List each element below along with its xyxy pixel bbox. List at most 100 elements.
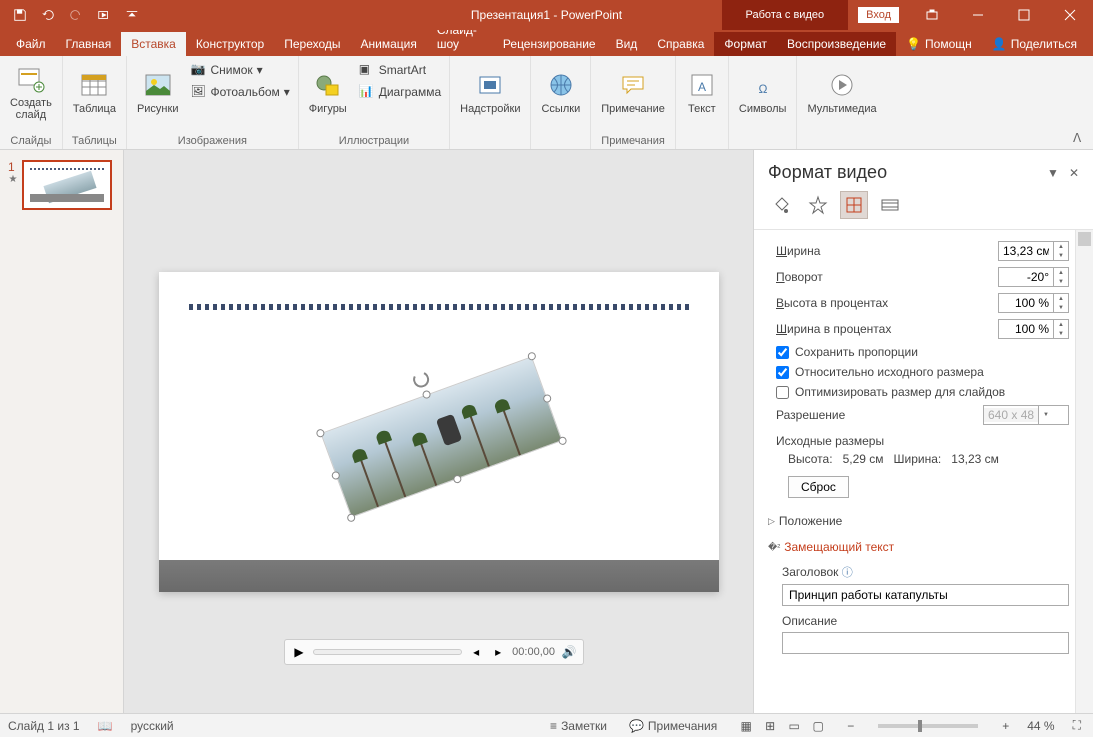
ribbon-options-icon[interactable] (909, 0, 955, 30)
sign-in-button[interactable]: Вход (858, 7, 899, 23)
reading-view-icon[interactable]: ▭ (783, 717, 805, 735)
title-placeholder[interactable] (189, 304, 689, 310)
tab-insert[interactable]: Вставка (121, 32, 186, 56)
save-icon[interactable] (8, 3, 32, 27)
volume-icon[interactable]: 🔊 (561, 644, 577, 660)
format-video-pane: Формат видео ▼ ✕ Ширина ▲▼ Поворот ▲▼ Вы… (753, 150, 1093, 713)
language-indicator[interactable]: русский (131, 719, 174, 733)
slide-counter[interactable]: Слайд 1 из 1 (8, 719, 80, 733)
reset-button[interactable]: Сброс (788, 476, 849, 498)
photo-album-button[interactable]: 🖼Фотоальбом▾ (186, 82, 293, 102)
video-seek-track[interactable] (313, 649, 462, 655)
screenshot-button[interactable]: 📷Снимок▾ (186, 60, 293, 80)
tab-transitions[interactable]: Переходы (274, 32, 350, 56)
alt-title-input[interactable] (782, 584, 1069, 606)
shapes-button[interactable]: Фигуры (303, 58, 353, 126)
text-button[interactable]: A Текст (680, 58, 724, 126)
slide-editor[interactable]: ▶ ◂ ▸ 00:00,00 🔊 (124, 150, 753, 713)
redo-icon[interactable] (64, 3, 88, 27)
thumbnail-panel: 1 ★ (0, 150, 124, 713)
pane-tab-video[interactable] (876, 191, 904, 219)
pane-tab-effects[interactable] (804, 191, 832, 219)
tab-home[interactable]: Главная (56, 32, 122, 56)
pane-options-icon[interactable]: ▼ (1047, 166, 1059, 180)
pane-tab-size[interactable] (840, 191, 868, 219)
tab-tell-me[interactable]: 💡Помощн (896, 32, 982, 56)
group-illustrations: Фигуры ▣SmartArt 📊Диаграмма Иллюстрации (299, 56, 450, 149)
original-size-label: Исходные размеры (776, 434, 884, 448)
links-button[interactable]: Ссылки (535, 58, 586, 126)
rotation-label: Поворот (776, 270, 823, 284)
relative-original-checkbox[interactable] (776, 366, 789, 379)
notes-button[interactable]: ≡ Заметки (546, 719, 611, 733)
play-icon[interactable]: ▶ (291, 644, 307, 660)
links-icon (545, 69, 577, 101)
pictures-button[interactable]: Рисунки (131, 58, 185, 126)
symbols-button[interactable]: Ω Символы (733, 58, 793, 126)
video-object[interactable] (320, 356, 562, 518)
undo-icon[interactable] (36, 3, 60, 27)
tab-playback[interactable]: Воспроизведение (777, 32, 896, 56)
pane-tab-fill[interactable] (768, 191, 796, 219)
tab-format[interactable]: Формат (714, 32, 777, 56)
sorter-view-icon[interactable]: ⊞ (759, 717, 781, 735)
close-icon[interactable] (1047, 0, 1093, 30)
pane-title: Формат видео (768, 162, 887, 183)
width-spinner[interactable]: ▲▼ (998, 241, 1069, 261)
animation-star-icon: ★ (9, 174, 18, 185)
tab-share[interactable]: 👤Поделиться (982, 32, 1087, 56)
slideshow-view-icon[interactable]: ▢ (807, 717, 829, 735)
slide-footer-bar (159, 560, 719, 592)
section-position[interactable]: ▷Положение (768, 508, 1089, 534)
ribbon-tabs: Файл Главная Вставка Конструктор Переход… (0, 30, 1093, 56)
zoom-in-icon[interactable]: + (998, 719, 1013, 733)
rotation-spinner[interactable]: ▲▼ (998, 267, 1069, 287)
title-bar-right: Работа с видео Вход (722, 0, 1093, 30)
window-title: Презентация1 - PowerPoint (471, 8, 622, 22)
pane-scrollbar[interactable] (1075, 230, 1093, 713)
tab-help[interactable]: Справка (647, 32, 714, 56)
comments-button[interactable]: 💬 Примечания (625, 719, 721, 733)
best-scale-checkbox[interactable] (776, 386, 789, 399)
scale-height-spinner[interactable]: ▲▼ (998, 293, 1069, 313)
section-alt-text[interactable]: �² Замещающий текст (768, 534, 1089, 560)
spell-check-icon[interactable]: 📖 (94, 719, 117, 733)
maximize-icon[interactable] (1001, 0, 1047, 30)
pane-body: Ширина ▲▼ Поворот ▲▼ Высота в процентах … (754, 230, 1093, 713)
zoom-slider[interactable] (878, 724, 978, 728)
qat-customize-icon[interactable] (120, 3, 144, 27)
chart-button[interactable]: 📊Диаграмма (355, 82, 445, 102)
tab-view[interactable]: Вид (606, 32, 648, 56)
tab-animations[interactable]: Анимация (351, 32, 427, 56)
group-comments: Примечание Примечания (591, 56, 676, 149)
media-button[interactable]: Мультимедиа (801, 58, 882, 126)
fit-to-window-icon[interactable]: ⛶ (1069, 718, 1085, 733)
info-icon[interactable]: ⓘ (842, 567, 853, 579)
tab-file[interactable]: Файл (6, 32, 56, 56)
tab-design[interactable]: Конструктор (186, 32, 274, 56)
video-frame (320, 356, 562, 518)
collapse-ribbon-icon[interactable]: ᐱ (1073, 131, 1089, 147)
addins-button[interactable]: Надстройки (454, 58, 526, 126)
lightbulb-icon: 💡 (906, 37, 921, 51)
workspace: 1 ★ (0, 150, 1093, 713)
step-back-icon[interactable]: ◂ (468, 644, 484, 660)
zoom-out-icon[interactable]: − (843, 719, 858, 733)
zoom-level[interactable]: 44 % (1027, 719, 1054, 733)
start-from-beginning-icon[interactable] (92, 3, 116, 27)
smartart-button[interactable]: ▣SmartArt (355, 60, 445, 80)
alt-description-input[interactable] (782, 632, 1069, 654)
normal-view-icon[interactable]: ▦ (735, 717, 757, 735)
tab-review[interactable]: Рецензирование (493, 32, 606, 56)
slide-canvas (159, 272, 719, 592)
table-button[interactable]: Таблица (67, 58, 122, 126)
step-forward-icon[interactable]: ▸ (490, 644, 506, 660)
comment-button[interactable]: Примечание (595, 58, 671, 126)
new-slide-button[interactable]: Создать слайд (4, 58, 58, 126)
minimize-icon[interactable] (955, 0, 1001, 30)
lock-aspect-checkbox[interactable] (776, 346, 789, 359)
rotate-handle[interactable] (410, 369, 431, 390)
scale-width-spinner[interactable]: ▲▼ (998, 319, 1069, 339)
slide-thumbnail[interactable]: 1 ★ (8, 160, 115, 210)
pane-close-icon[interactable]: ✕ (1069, 166, 1079, 180)
